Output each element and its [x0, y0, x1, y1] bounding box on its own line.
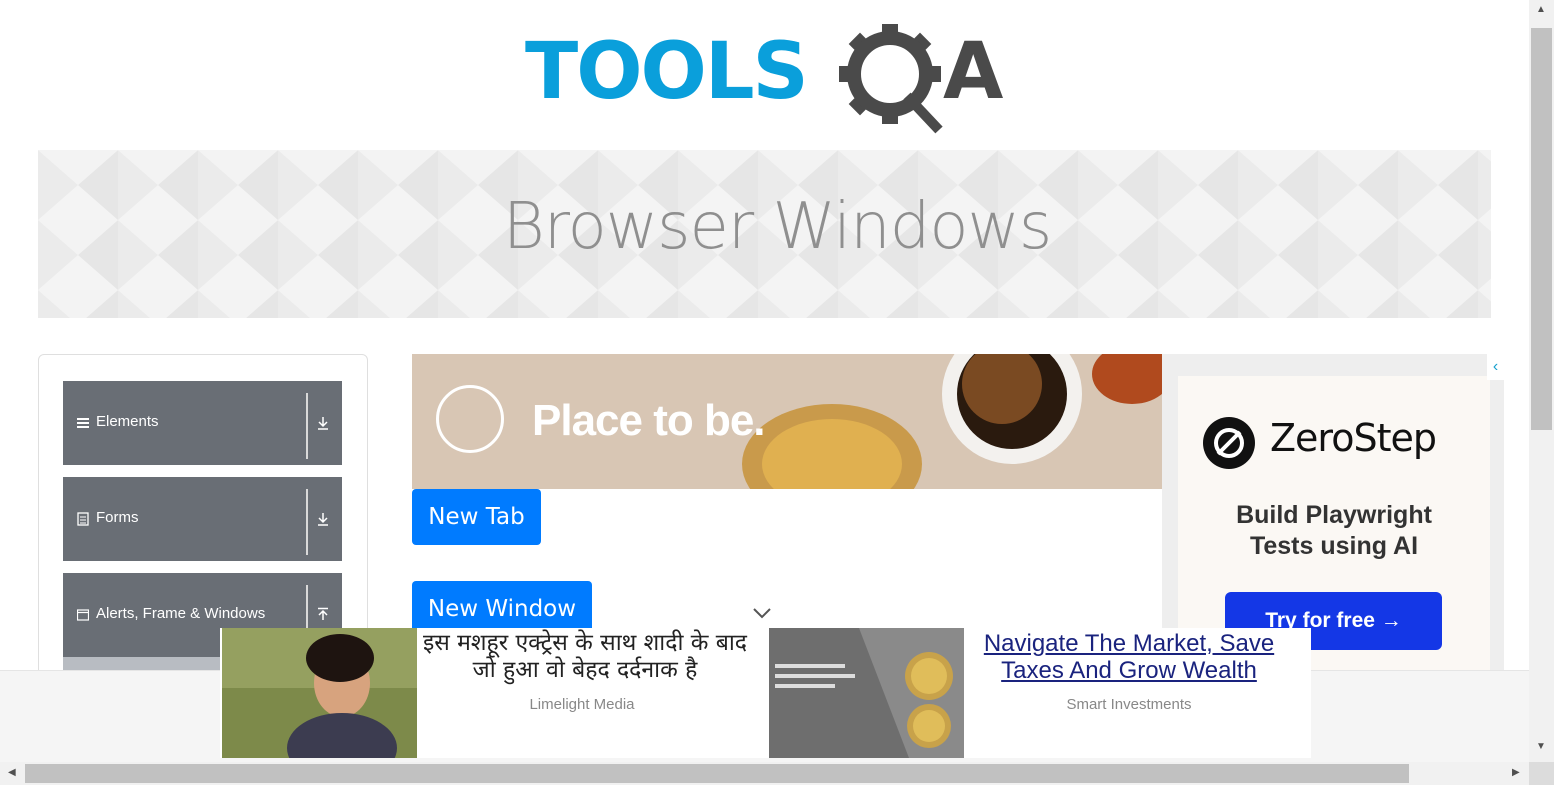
scroll-right-arrow-icon[interactable]: ▶	[1512, 767, 1520, 778]
document-icon	[77, 512, 89, 526]
scrollbar-corner	[1529, 762, 1554, 785]
sidebar-group-forms[interactable]: Forms	[63, 477, 342, 561]
horizontal-scrollbar-thumb[interactable]	[25, 764, 1409, 783]
divider	[306, 489, 308, 555]
logo-text: TOOLS	[525, 27, 809, 117]
actress-photo	[222, 628, 417, 758]
ad-tagline: Build Playwright Tests using AI	[1178, 500, 1490, 562]
upload-arrow-icon	[318, 607, 328, 620]
ad-headline: Place to be.	[532, 396, 766, 445]
ad-background	[412, 354, 1162, 489]
native-ad-source: Smart Investments	[1066, 696, 1192, 713]
ad-tagline-line2: Tests using AI	[1249, 532, 1419, 560]
native-ad-source: Limelight Media	[529, 696, 635, 713]
page-title: Browser Windows	[502, 190, 1052, 264]
sidebar-group-label: Alerts, Frame & Windows	[96, 605, 266, 622]
download-arrow-icon	[318, 513, 328, 526]
scroll-down-arrow-icon[interactable]: ▼	[1536, 741, 1546, 752]
sidebar-group-elements[interactable]: Elements	[63, 381, 342, 465]
chevron-down-icon[interactable]	[752, 606, 772, 620]
zerostep-logo-icon	[1203, 417, 1255, 469]
lufthansa-ad[interactable]: Place to be.	[412, 354, 1162, 489]
divider	[306, 393, 308, 459]
hsbc-fund-image	[769, 628, 964, 758]
vertical-scrollbar-thumb[interactable]	[1531, 28, 1552, 430]
scroll-up-arrow-icon[interactable]: ▲	[1536, 4, 1546, 15]
native-ad-2[interactable]: Navigate The Market, Save Taxes And Grow…	[767, 628, 1311, 758]
logo-a-letter: A	[943, 27, 1004, 117]
crane-logo-icon	[436, 385, 504, 453]
window-icon	[77, 609, 89, 621]
download-arrow-icon	[318, 417, 328, 430]
sidebar-group-label: Forms	[96, 509, 139, 526]
zerostep-ad[interactable]: ZeroStep Build Playwright Tests using AI…	[1162, 354, 1504, 674]
new-tab-button[interactable]: New Tab	[412, 489, 541, 545]
native-ad-headline[interactable]: Navigate The Market, Save Taxes And Grow…	[963, 630, 1295, 684]
native-ad-headline[interactable]: इस मशहूर एक्ट्रेस के साथ शादी के बाद जो …	[420, 630, 750, 684]
scroll-left-arrow-icon[interactable]: ◀	[8, 767, 16, 778]
ad-brand: ZeroStep	[1270, 416, 1437, 460]
sidebar-group-label: Elements	[96, 413, 159, 430]
ad-tagline-line1: Build Playwright	[1236, 501, 1432, 529]
adchoices-icon[interactable]: ‹	[1487, 354, 1504, 380]
toolsqa-logo[interactable]: TOOLS A	[525, 22, 1009, 134]
gear-q-icon	[839, 24, 943, 134]
native-ad-1[interactable]: इस मशहूर एक्ट्रेस के साथ शादी के बाद जो …	[220, 628, 768, 758]
menu-icon	[77, 418, 89, 428]
